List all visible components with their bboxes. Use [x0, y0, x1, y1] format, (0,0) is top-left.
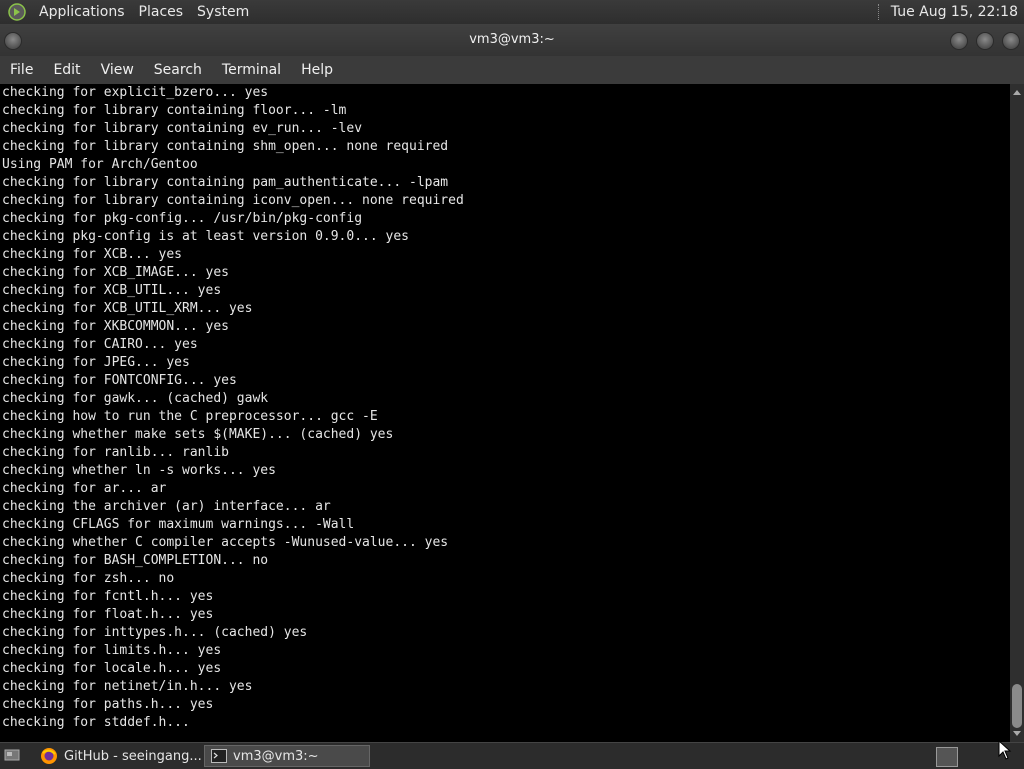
terminal-line: checking for library containing pam_auth…: [2, 175, 449, 190]
menu-terminal[interactable]: Terminal: [212, 56, 291, 84]
applications-menu[interactable]: Applications: [32, 0, 132, 24]
scrollbar-thumb[interactable]: [1012, 684, 1022, 728]
terminal-line: checking for library containing iconv_op…: [2, 193, 464, 208]
terminal-line: checking how to run the C preprocessor..…: [2, 409, 378, 424]
terminal-line: checking for netinet/in.h... yes: [2, 679, 253, 694]
terminal-line: checking for explicit_bzero... yes: [2, 85, 269, 100]
terminal-line: checking for float.h... yes: [2, 607, 214, 622]
terminal-line: checking the archiver (ar) interface... …: [2, 499, 331, 514]
menu-file[interactable]: File: [0, 56, 43, 84]
terminal-line: checking whether make sets $(MAKE)... (c…: [2, 427, 394, 442]
places-menu[interactable]: Places: [132, 0, 191, 24]
terminal-line: checking CFLAGS for maximum warnings... …: [2, 517, 355, 532]
terminal-line: checking for XCB_UTIL_XRM... yes: [2, 301, 253, 316]
clock[interactable]: Tue Aug 15, 22:18: [891, 0, 1018, 24]
show-desktop-icon[interactable]: [4, 748, 20, 762]
menu-search[interactable]: Search: [144, 56, 212, 84]
close-button[interactable]: [1002, 32, 1020, 50]
bottom-taskbar: GitHub - seeingang... vm3@vm3:~: [0, 742, 1024, 769]
firefox-icon: [41, 748, 57, 764]
terminal-line: checking for gawk... (cached) gawk: [2, 391, 269, 406]
taskbar-item-firefox[interactable]: GitHub - seeingang...: [34, 745, 202, 767]
terminal-menubar: File Edit View Search Terminal Help: [0, 56, 1024, 84]
menu-help[interactable]: Help: [291, 56, 343, 84]
mate-logo-icon[interactable]: [8, 3, 26, 21]
terminal-line: checking pkg-config is at least version …: [2, 229, 409, 244]
terminal-line: checking for ar... ar: [2, 481, 167, 496]
terminal-line: checking for library containing shm_open…: [2, 139, 449, 154]
scroll-down-arrow-icon[interactable]: [1013, 731, 1021, 736]
terminal-line: checking for fcntl.h... yes: [2, 589, 214, 604]
terminal-line: Using PAM for Arch/Gentoo: [2, 157, 198, 172]
window-titlebar[interactable]: vm3@vm3:~: [0, 24, 1024, 56]
terminal-line: checking for pkg-config... /usr/bin/pkg-…: [2, 211, 363, 226]
terminal-line: checking for XCB_IMAGE... yes: [2, 265, 229, 280]
taskbar-item-label: vm3@vm3:~: [233, 748, 319, 764]
workspace-switcher[interactable]: [936, 747, 958, 767]
terminal-output[interactable]: checking for explicit_bzero... yes checki…: [0, 84, 1010, 742]
terminal-line: checking for CAIRO... yes: [2, 337, 198, 352]
mouse-pointer-icon: [998, 740, 1012, 760]
taskbar-item-label: GitHub - seeingang...: [64, 748, 202, 764]
terminal-line: checking for paths.h... yes: [2, 697, 214, 712]
terminal-line: checking for library containing floor...…: [2, 103, 347, 118]
terminal-line: checking for zsh... no: [2, 571, 175, 586]
panel-separator: [877, 4, 881, 20]
terminal-line: checking for stddef.h...: [2, 715, 190, 730]
minimize-button[interactable]: [950, 32, 968, 50]
terminal-scrollbar[interactable]: [1010, 84, 1024, 742]
menu-view[interactable]: View: [91, 56, 144, 84]
terminal-line: checking whether C compiler accepts -Wun…: [2, 535, 449, 550]
terminal-line: checking for ranlib... ranlib: [2, 445, 229, 460]
terminal-line: checking for XCB... yes: [2, 247, 183, 262]
terminal-icon: [211, 749, 227, 763]
terminal-line: checking for XCB_UTIL... yes: [2, 283, 222, 298]
terminal-line: checking for BASH_COMPLETION... no: [2, 553, 269, 568]
menu-edit[interactable]: Edit: [43, 56, 90, 84]
system-menu[interactable]: System: [190, 0, 256, 24]
scroll-up-arrow-icon[interactable]: [1013, 90, 1021, 95]
top-panel: Applications Places System Tue Aug 15, 2…: [0, 0, 1024, 24]
terminal-line: checking for limits.h... yes: [2, 643, 222, 658]
terminal-line: checking for FONTCONFIG... yes: [2, 373, 237, 388]
terminal-line: checking for inttypes.h... (cached) yes: [2, 625, 308, 640]
terminal-line: checking for locale.h... yes: [2, 661, 222, 676]
terminal-line: checking whether ln -s works... yes: [2, 463, 276, 478]
maximize-button[interactable]: [976, 32, 994, 50]
clock-area[interactable]: Tue Aug 15, 22:18: [877, 0, 1024, 24]
terminal-line: checking for JPEG... yes: [2, 355, 190, 370]
taskbar-item-terminal[interactable]: vm3@vm3:~: [204, 745, 370, 767]
window-menu-button[interactable]: [4, 32, 22, 50]
terminal-line: checking for library containing ev_run..…: [2, 121, 363, 136]
terminal-line: checking for XKBCOMMON... yes: [2, 319, 229, 334]
window-title: vm3@vm3:~: [469, 32, 555, 47]
